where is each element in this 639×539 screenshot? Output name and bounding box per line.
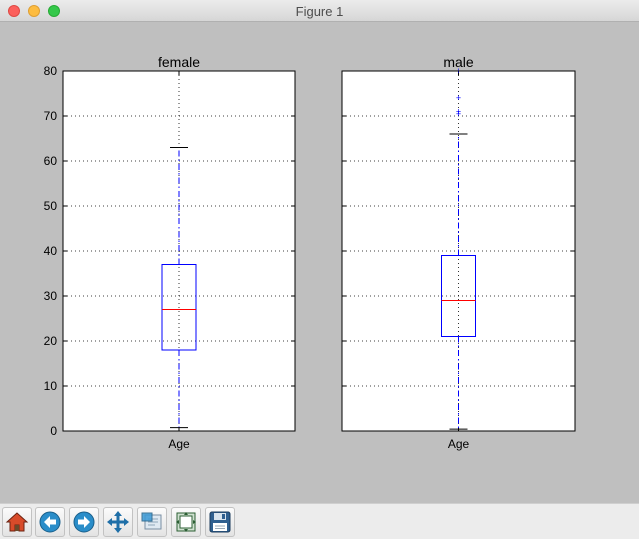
window-title: Figure 1: [295, 4, 344, 19]
home-button[interactable]: [2, 507, 32, 537]
ytick-label: 60: [44, 154, 58, 168]
ytick-label: 80: [44, 64, 58, 78]
xtick-label: Age: [448, 437, 470, 451]
zoom-rect-icon: [141, 512, 162, 530]
ytick-label: 30: [44, 289, 58, 303]
forward-arrow-icon: [73, 511, 95, 533]
xtick-label: Age: [168, 437, 190, 451]
subplot-male: ++++maleAge: [341, 54, 576, 451]
pan-button[interactable]: [103, 507, 133, 537]
back-button[interactable]: [35, 507, 65, 537]
floppy-disk-icon: [209, 511, 231, 533]
subplot-female: 0 10 20 30 40 50 60 70 80 female Age: [44, 54, 296, 451]
ytick-label: 40: [44, 244, 58, 258]
subplots-button[interactable]: [171, 507, 201, 537]
ytick-label: 70: [44, 109, 58, 123]
ytick-label: 20: [44, 334, 58, 348]
figure-canvas: 0 10 20 30 40 50 60 70 80 female Age + + + + male Age: [0, 22, 639, 503]
navigation-toolbar: [0, 503, 639, 539]
subplot-title: female: [158, 54, 200, 70]
outlier-point: +: [456, 93, 461, 103]
figure-svg: 01020304050607080femaleAge++++maleAge: [44, 54, 576, 451]
ytick-label: 0: [50, 424, 57, 438]
home-icon: [5, 512, 29, 532]
subplots-icon: [176, 512, 196, 532]
ytick-label: 50: [44, 199, 58, 213]
back-arrow-icon: [39, 511, 61, 533]
subplot-title: male: [443, 54, 474, 70]
outlier-point: +: [456, 107, 461, 117]
move-arrows-icon: [107, 511, 129, 533]
ytick-label: 10: [44, 379, 58, 393]
zoom-button[interactable]: [137, 507, 167, 537]
save-button[interactable]: [205, 507, 235, 537]
window-titlebar: Figure 1: [0, 0, 639, 22]
forward-button[interactable]: [69, 507, 99, 537]
